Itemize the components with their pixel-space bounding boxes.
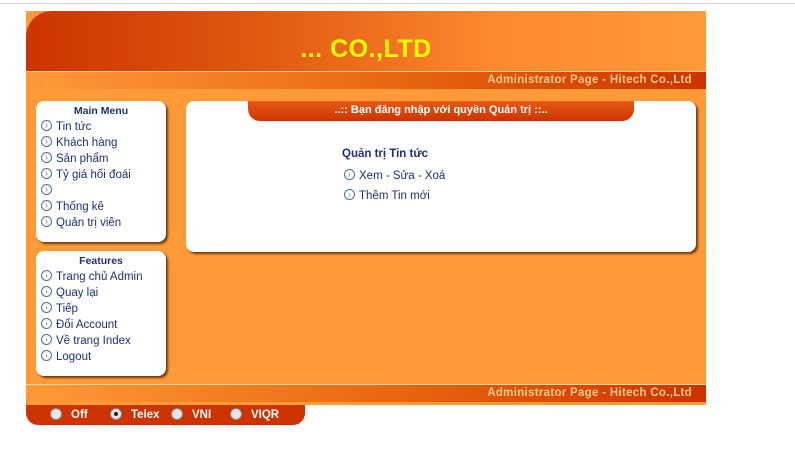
feature-item-tiep[interactable]: › Tiếp: [36, 301, 166, 317]
features-panel: Features › Trang chủ Admin › Quay lại › Tiế…: [36, 251, 166, 376]
circle-arrow-icon: ›: [41, 318, 52, 330]
circle-arrow-icon: ›: [41, 152, 52, 164]
company-title: ... CO.,LTD: [300, 35, 432, 63]
feature-item-quay-lai[interactable]: › Quay lại: [36, 285, 166, 301]
feature-item-doi-account[interactable]: › Đổi Account: [36, 317, 166, 333]
circle-arrow-icon: ›: [41, 184, 52, 196]
menu-item-empty[interactable]: ›: [36, 183, 166, 199]
circle-arrow-icon: ›: [41, 200, 52, 212]
radio-vni[interactable]: [171, 407, 183, 420]
ime-option-vni[interactable]: VNI: [171, 407, 211, 423]
ime-option-telex[interactable]: Telex: [110, 407, 160, 423]
circle-arrow-icon: ›: [41, 120, 52, 132]
radio-off[interactable]: [50, 407, 62, 420]
main-menu-panel: Main Menu › Tin tức › Khách hàng › Sản phẩm…: [36, 101, 166, 242]
admin-frame: ... CO.,LTD Administrator Page - Hitech …: [26, 11, 706, 405]
radio-telex[interactable]: [110, 407, 122, 420]
feature-item-ve-trang-index[interactable]: › Về trang Index: [36, 333, 166, 349]
circle-arrow-icon: ›: [41, 216, 52, 228]
menu-item-tin-tuc[interactable]: › Tin tức: [36, 119, 166, 135]
circle-arrow-icon: ›: [344, 169, 355, 181]
section-title: Quản trị Tin tức: [342, 148, 429, 160]
feature-item-trang-chu-admin[interactable]: › Trang chủ Admin: [36, 269, 166, 285]
input-method-bar: Off Telex VNI VIQR: [26, 405, 305, 425]
top-divider: [0, 3, 795, 4]
circle-arrow-icon: ›: [41, 168, 52, 180]
circle-arrow-icon: ›: [41, 350, 52, 362]
admin-bar-top: Administrator Page - Hitech Co.,Ltd: [26, 72, 706, 89]
ime-option-off[interactable]: Off: [50, 407, 88, 423]
circle-arrow-icon: ›: [41, 334, 52, 346]
admin-bar-bottom: Administrator Page - Hitech Co.,Ltd: [26, 385, 706, 402]
features-title: Features: [79, 255, 123, 267]
circle-arrow-icon: ›: [41, 270, 52, 282]
content-panel: ..:: Bạn đăng nhập với quyền Quản trị ::…: [186, 101, 696, 252]
menu-item-san-pham[interactable]: › Sản phẩm: [36, 151, 166, 167]
content-tab-title: ..:: Bạn đăng nhập với quyền Quản trị ::…: [248, 101, 634, 121]
menu-item-thong-ke[interactable]: › Thống kê: [36, 199, 166, 215]
main-menu-title: Main Menu: [73, 105, 129, 117]
menu-item-khach-hang[interactable]: › Khách hàng: [36, 135, 166, 151]
admin-bar-bottom-text: Administrator Page - Hitech Co.,Ltd: [487, 387, 692, 399]
circle-arrow-icon: ›: [41, 302, 52, 314]
link-xem-sua-xoa[interactable]: › Xem - Sửa - Xoá: [344, 169, 445, 182]
ime-option-viqr[interactable]: VIQR: [230, 407, 279, 423]
circle-arrow-icon: ›: [41, 286, 52, 298]
radio-viqr[interactable]: [230, 407, 242, 420]
link-them-tin-moi[interactable]: › Thêm Tin mới: [344, 189, 430, 202]
header-banner: ... CO.,LTD: [26, 11, 706, 71]
feature-item-logout[interactable]: › Logout: [36, 349, 166, 365]
admin-bar-text: Administrator Page - Hitech Co.,Ltd: [487, 74, 692, 86]
menu-item-quan-tri-vien[interactable]: › Quản trị viên: [36, 215, 166, 231]
circle-arrow-icon: ›: [344, 189, 355, 201]
circle-arrow-icon: ›: [41, 136, 52, 148]
menu-item-ty-gia[interactable]: › Tỷ giá hối đoái: [36, 167, 166, 183]
